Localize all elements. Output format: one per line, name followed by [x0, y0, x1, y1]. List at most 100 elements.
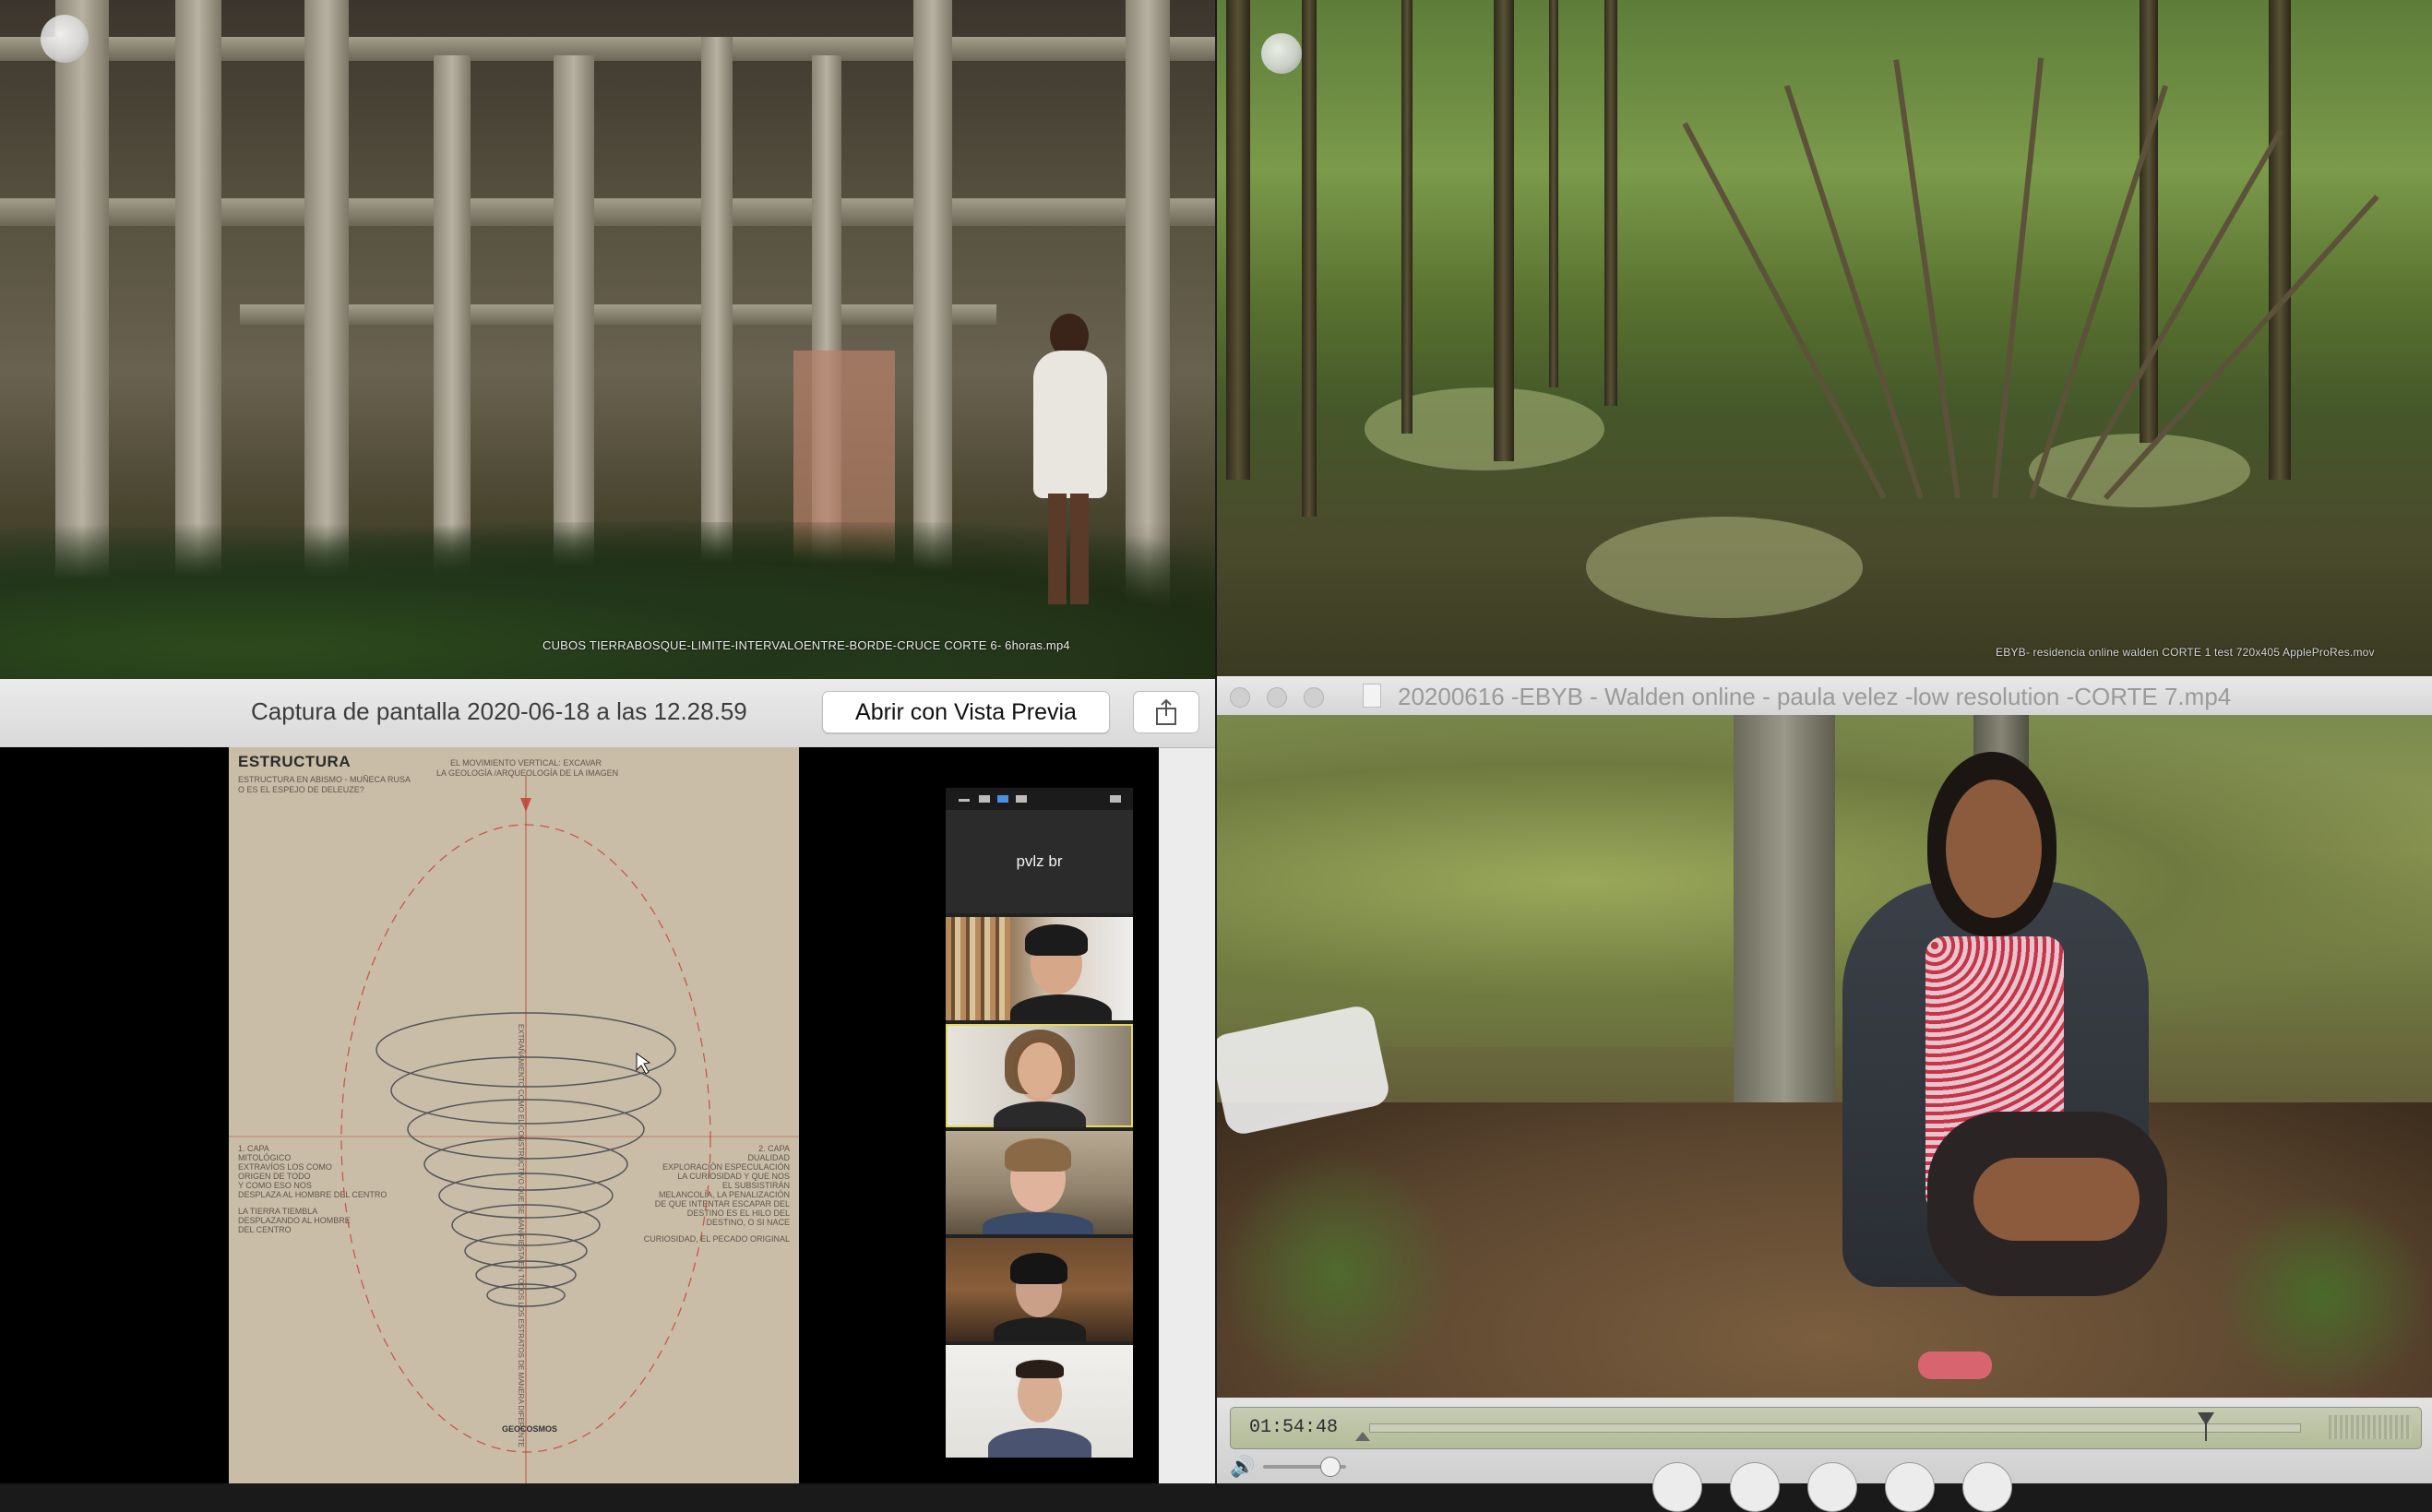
- ruin-pillar: [554, 55, 594, 590]
- tree-trunk: [2269, 0, 2291, 480]
- video-frame-woman-in-forest[interactable]: [1217, 715, 2432, 1398]
- strip-view-icon[interactable]: [979, 795, 990, 803]
- playhead-line: [2205, 1423, 2208, 1441]
- slide-vertical-text: EXTRAÑAMIENTO COMO EL CONSTRUCTIVO QUE S…: [517, 1024, 525, 1447]
- sunlight-patch: [1365, 387, 1604, 470]
- fullscreen-window-icon[interactable]: [1304, 687, 1324, 708]
- foliage: [2213, 1195, 2432, 1398]
- ruin-pillar: [701, 37, 733, 572]
- participant-face-inner: [1018, 1042, 1062, 1098]
- tree-trunk: [1604, 0, 1617, 406]
- in-point-marker-icon[interactable]: [1355, 1432, 1370, 1441]
- video-pane-forest: EBYB- residencia online walden CORTE 1 t…: [1217, 0, 2432, 679]
- foliage: [0, 522, 1215, 679]
- slide: ESTRUCTURA ESTRUCTURA EN ABISMO - MUÑECA…: [229, 747, 799, 1483]
- timeline-track[interactable]: [1369, 1423, 2301, 1433]
- zoom-name-tile[interactable]: pvlz br: [946, 810, 1133, 913]
- woman-hands: [1973, 1158, 2140, 1241]
- preview-titlebar: Captura de pantalla 2020-06-18 a las 12.…: [0, 679, 1215, 748]
- participant-torso: [1010, 994, 1112, 1020]
- preview-window: Captura de pantalla 2020-06-18 a las 12.…: [0, 679, 1215, 1483]
- video-logo-icon: [41, 15, 89, 63]
- slide-left-note: DEL CENTRO: [238, 1225, 292, 1234]
- share-button[interactable]: [1133, 691, 1199, 733]
- participant-hair: [1005, 1138, 1071, 1172]
- open-with-preview-button[interactable]: Abrir con Vista Previa: [822, 691, 1110, 733]
- rewind-button[interactable]: [1652, 1462, 1702, 1512]
- woman-face: [1946, 780, 2042, 918]
- participant-torso: [983, 1212, 1093, 1234]
- participant-video-tile-active-speaker[interactable]: [946, 1024, 1133, 1127]
- quicktime-titlebar: 20200616 -EBYB - Walden online - paula v…: [1217, 676, 2432, 716]
- participant-torso: [994, 1101, 1086, 1127]
- preview-title: Captura de pantalla 2020-06-18 a las 12.…: [251, 697, 747, 725]
- close-window-icon[interactable]: [1230, 687, 1250, 708]
- participant-torso: [994, 1317, 1086, 1341]
- volume-icon[interactable]: 🔊: [1230, 1455, 1255, 1479]
- play-pause-button[interactable]: [1807, 1462, 1857, 1512]
- minimize-window-icon[interactable]: [1267, 687, 1287, 708]
- volume-slider-knob[interactable]: [1320, 1457, 1341, 1477]
- quicktime-window: 20200616 -EBYB - Walden online - paula v…: [1217, 676, 2432, 1512]
- popout-icon[interactable]: [1110, 795, 1121, 803]
- tree-trunk: [1226, 0, 1250, 480]
- preview-content: ESTRUCTURA ESTRUCTURA EN ABISMO - MUÑECA…: [0, 747, 1159, 1483]
- zoom-toolbar: [946, 788, 1133, 810]
- step-forward-button[interactable]: [1885, 1462, 1935, 1512]
- participant-hair: [1016, 1360, 1064, 1378]
- slide-bottom-label: GEOCOSMOS: [502, 1424, 558, 1434]
- video-logo-icon: [1261, 33, 1302, 74]
- tree-trunk: [1302, 0, 1317, 517]
- slide-title: ESTRUCTURA: [238, 753, 352, 770]
- slide-right-note: DESTINO, O SI NACE: [706, 1218, 790, 1227]
- woman-shoe: [1918, 1351, 1992, 1379]
- participant-video-tile[interactable]: [946, 1131, 1133, 1234]
- participant-torso: [988, 1428, 1091, 1458]
- sunlight-patch: [1586, 517, 1863, 618]
- mouse-cursor-icon: [636, 1053, 651, 1075]
- person-legs: [1048, 494, 1089, 604]
- slide-top-note: LA GEOLOGÍA /ARQUEOLOGÍA DE LA IMAGEN: [436, 768, 619, 778]
- tree-trunk: [1549, 0, 1558, 387]
- timeline-scrubber[interactable]: 01:54:48: [1230, 1407, 2422, 1449]
- tipi-stick: [1893, 59, 1961, 499]
- ruin-pillar: [913, 0, 952, 590]
- ruin-beam: [240, 304, 996, 325]
- sunlight-patch: [2029, 434, 2250, 507]
- fast-forward-button[interactable]: [1962, 1462, 2012, 1512]
- participant-video-tile[interactable]: [946, 1238, 1133, 1341]
- gallery-view-icon[interactable]: [1016, 795, 1027, 803]
- slide-top-note: EL MOVIMIENTO VERTICAL: EXCAVAR: [450, 758, 602, 768]
- person-body: [1033, 351, 1107, 498]
- participant-hair: [1025, 924, 1088, 956]
- slide-subtitle: ESTRUCTURA EN ABISMO - MUÑECA RUSA: [238, 775, 411, 784]
- share-icon: [1156, 698, 1176, 725]
- participant-video-tile[interactable]: [946, 917, 1133, 1020]
- tipi-stick: [1992, 57, 2045, 499]
- tree-trunk: [1494, 0, 1514, 461]
- zoom-participant-sidebar: pvlz br: [946, 788, 1133, 1458]
- spiral-diagram: [229, 775, 799, 1483]
- quicktime-controls: 01:54:48 🔊: [1217, 1398, 2432, 1512]
- foliage: [1217, 1149, 1457, 1398]
- timecode-display: 01:54:48: [1249, 1417, 1339, 1438]
- participant-hair: [1010, 1253, 1067, 1284]
- bookshelf: [946, 917, 1010, 1020]
- speaker-view-icon[interactable]: [997, 795, 1008, 803]
- video-caption: CUBOS TIERRABOSQUE-LIMITE-INTERVALOENTRE…: [542, 638, 1070, 652]
- quicktime-title: 20200616 -EBYB - Walden online - paula v…: [1398, 683, 2232, 710]
- participant-video-tile[interactable]: [946, 1345, 1133, 1458]
- minimize-view-icon[interactable]: [959, 799, 970, 802]
- video-pane-ruins: CUBOS TIERRABOSQUE-LIMITE-INTERVALOENTRE…: [0, 0, 1215, 679]
- slide-right-note: CURIOSIDAD, EL PECADO ORIGINAL: [643, 1234, 790, 1244]
- tree-trunk: [2140, 0, 2158, 443]
- step-back-button[interactable]: [1730, 1462, 1780, 1512]
- video-caption: EBYB- residencia online walden CORTE 1 t…: [1996, 646, 2375, 659]
- resize-grip[interactable]: [2329, 1415, 2412, 1439]
- tree-trunk: [1401, 0, 1413, 434]
- document-icon: [1363, 684, 1381, 708]
- slide-subtitle: O ES EL ESPEJO DE DELEUZE?: [238, 785, 364, 794]
- slide-left-note: DESPLAZA AL HOMBRE DEL CENTRO: [238, 1190, 387, 1199]
- tipi-stick: [1682, 122, 1887, 500]
- participant-name: pvlz br: [1016, 852, 1063, 870]
